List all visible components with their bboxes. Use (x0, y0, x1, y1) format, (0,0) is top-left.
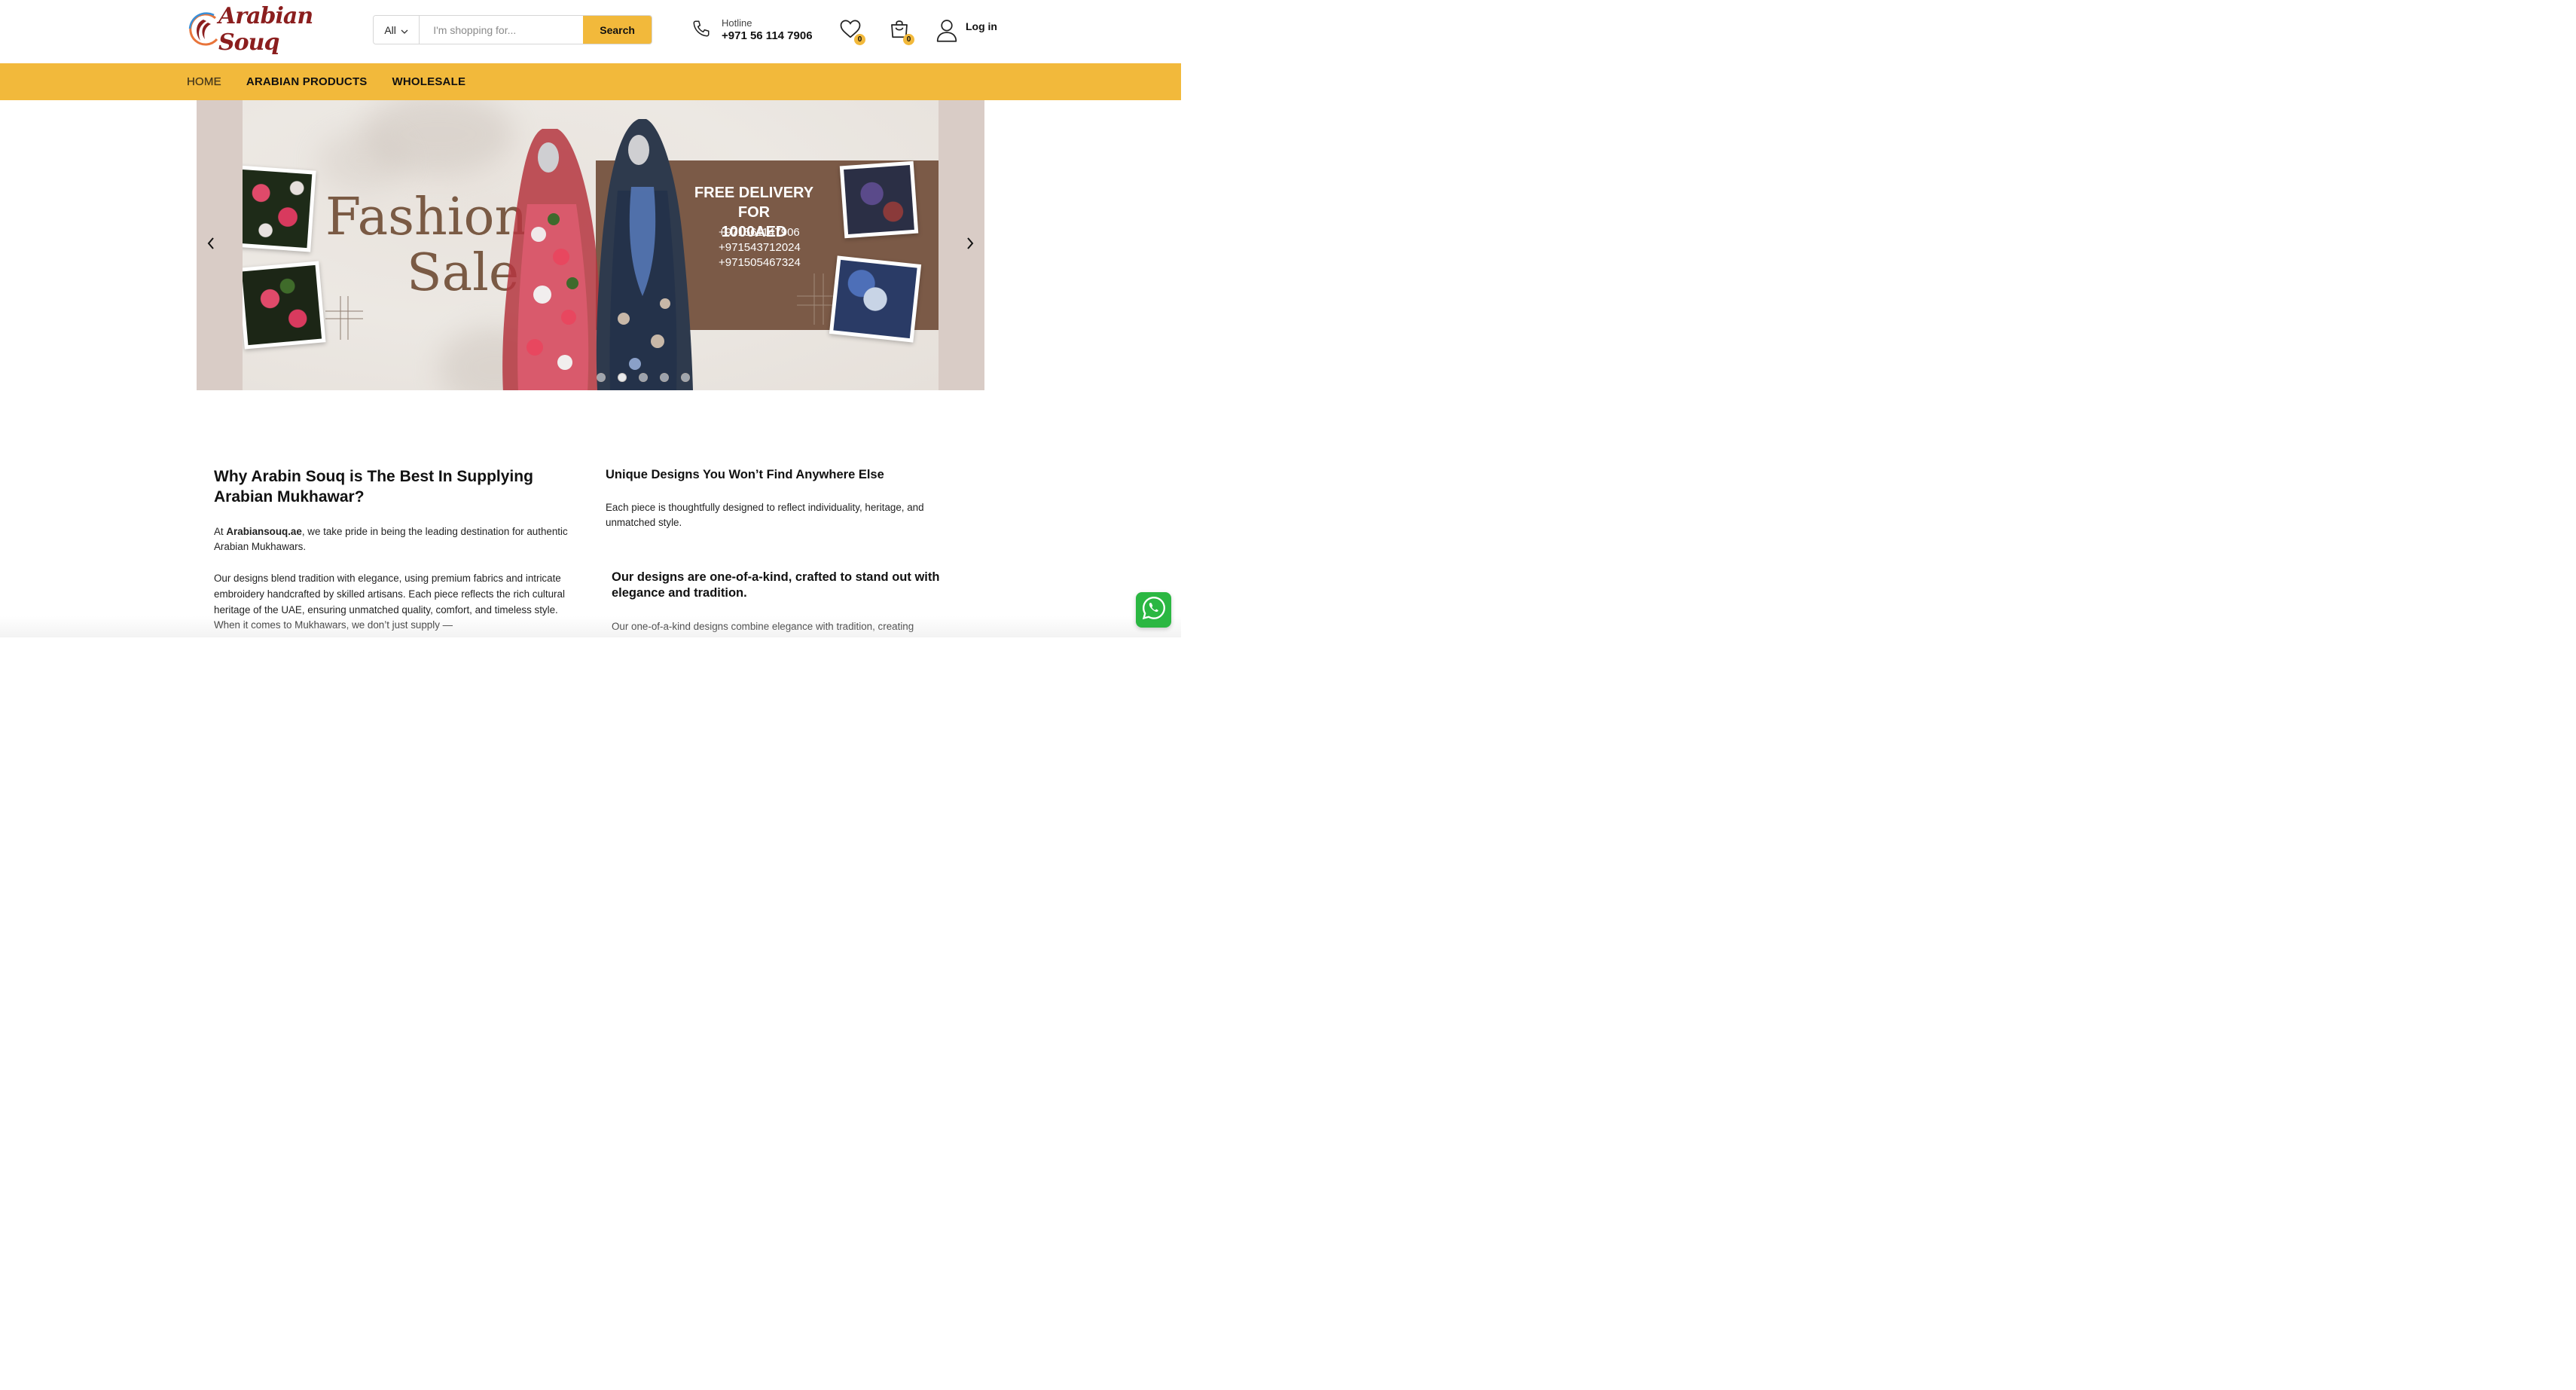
login-link[interactable]: Log in (935, 18, 997, 46)
promo-phone: +971543712024 (719, 241, 801, 254)
hotline-text: Hotline +971 56 114 7906 (722, 17, 813, 42)
chevron-down-icon (401, 24, 408, 36)
phone-icon (691, 19, 711, 42)
smoke-decoration (318, 130, 408, 191)
nav-home[interactable]: HOME (187, 75, 221, 88)
one-of-a-kind-paragraph: Our one-of-a-kind designs combine elegan… (612, 621, 914, 633)
logo-mark-icon (185, 9, 220, 50)
slider-dot[interactable] (618, 373, 627, 382)
fabric-photo (243, 165, 316, 252)
brand-name: Arabiansouq.ae (226, 525, 302, 537)
hero-slide: Fashion Sale FREE DELIVERY FOR 1000AED +… (243, 100, 939, 390)
slider-dots (597, 373, 690, 382)
wishlist-count-badge: 0 (854, 34, 865, 45)
search-category-select[interactable]: All (374, 16, 420, 44)
wishlist-button[interactable]: 0 (838, 18, 865, 45)
slider-dot[interactable] (597, 373, 606, 382)
search-category-label: All (384, 23, 396, 36)
nav-wholesale[interactable]: WHOLESALE (392, 75, 466, 88)
site-header: Arabian Souq All Search Hotline +971 56 … (0, 0, 1181, 63)
why-section: Why Arabin Souq is The Best In Supplying… (214, 467, 575, 634)
promo-phones: +971561147906 +971543712024 +97150546732… (719, 225, 801, 270)
slider-dot[interactable] (660, 373, 669, 382)
fabric-photo (243, 261, 326, 350)
whatsapp-button[interactable] (1136, 592, 1171, 628)
chevron-right-icon (966, 237, 975, 254)
search-input[interactable] (420, 16, 584, 44)
unique-heading: Unique Designs You Won’t Find Anywhere E… (606, 468, 884, 481)
main-nav: HOME ARABIAN PRODUCTS WHOLESALE (0, 63, 1181, 100)
nav-arabian-products[interactable]: ARABIAN PRODUCTS (246, 75, 368, 88)
cart-count-badge: 0 (903, 34, 914, 45)
hotline[interactable]: Hotline +971 56 114 7906 (691, 17, 813, 44)
bottom-shadow (0, 616, 1181, 637)
why-paragraph: Our designs blend tradition with eleganc… (214, 573, 565, 631)
slider-prev-button[interactable] (202, 236, 220, 254)
hotline-label: Hotline (722, 17, 752, 29)
search-bar: All Search (373, 15, 652, 44)
slider-next-button[interactable] (961, 236, 979, 254)
why-intro: At Arabiansouq.ae, we take pride in bein… (214, 524, 575, 555)
user-icon (935, 18, 958, 46)
why-heading: Why Arabin Souq is The Best In Supplying… (214, 468, 533, 506)
hotline-number: +971 56 114 7906 (722, 29, 813, 42)
slider-dot[interactable] (681, 373, 690, 382)
fabric-photo (839, 160, 919, 239)
promo-phone: +971505467324 (719, 256, 801, 269)
navy-dress-mannequin (596, 119, 693, 390)
grid-decoration (325, 296, 363, 340)
chevron-left-icon (206, 237, 215, 254)
logo-text: Arabian Souq (218, 3, 313, 56)
cart-button[interactable]: 0 (887, 18, 914, 45)
promo-heading-line1: FREE DELIVERY FOR (694, 185, 814, 221)
promo-phone: +971561147906 (719, 226, 800, 239)
site-logo[interactable]: Arabian Souq (185, 3, 359, 56)
slider-dot[interactable] (639, 373, 648, 382)
one-of-a-kind-heading: Our designs are one-of-a-kind, crafted t… (612, 570, 940, 600)
unique-paragraph: Each piece is thoughtfully designed to r… (606, 501, 924, 529)
search-button[interactable]: Search (583, 16, 652, 44)
hero-slider: Fashion Sale FREE DELIVERY FOR 1000AED +… (197, 100, 984, 390)
why-intro-prefix: At (214, 525, 227, 537)
fabric-photo (829, 255, 922, 343)
login-label: Log in (966, 20, 997, 32)
whatsapp-icon (1141, 595, 1167, 625)
unique-section: Unique Designs You Won’t Find Anywhere E… (606, 467, 975, 635)
nav-links: HOME ARABIAN PRODUCTS WHOLESALE (187, 63, 465, 100)
